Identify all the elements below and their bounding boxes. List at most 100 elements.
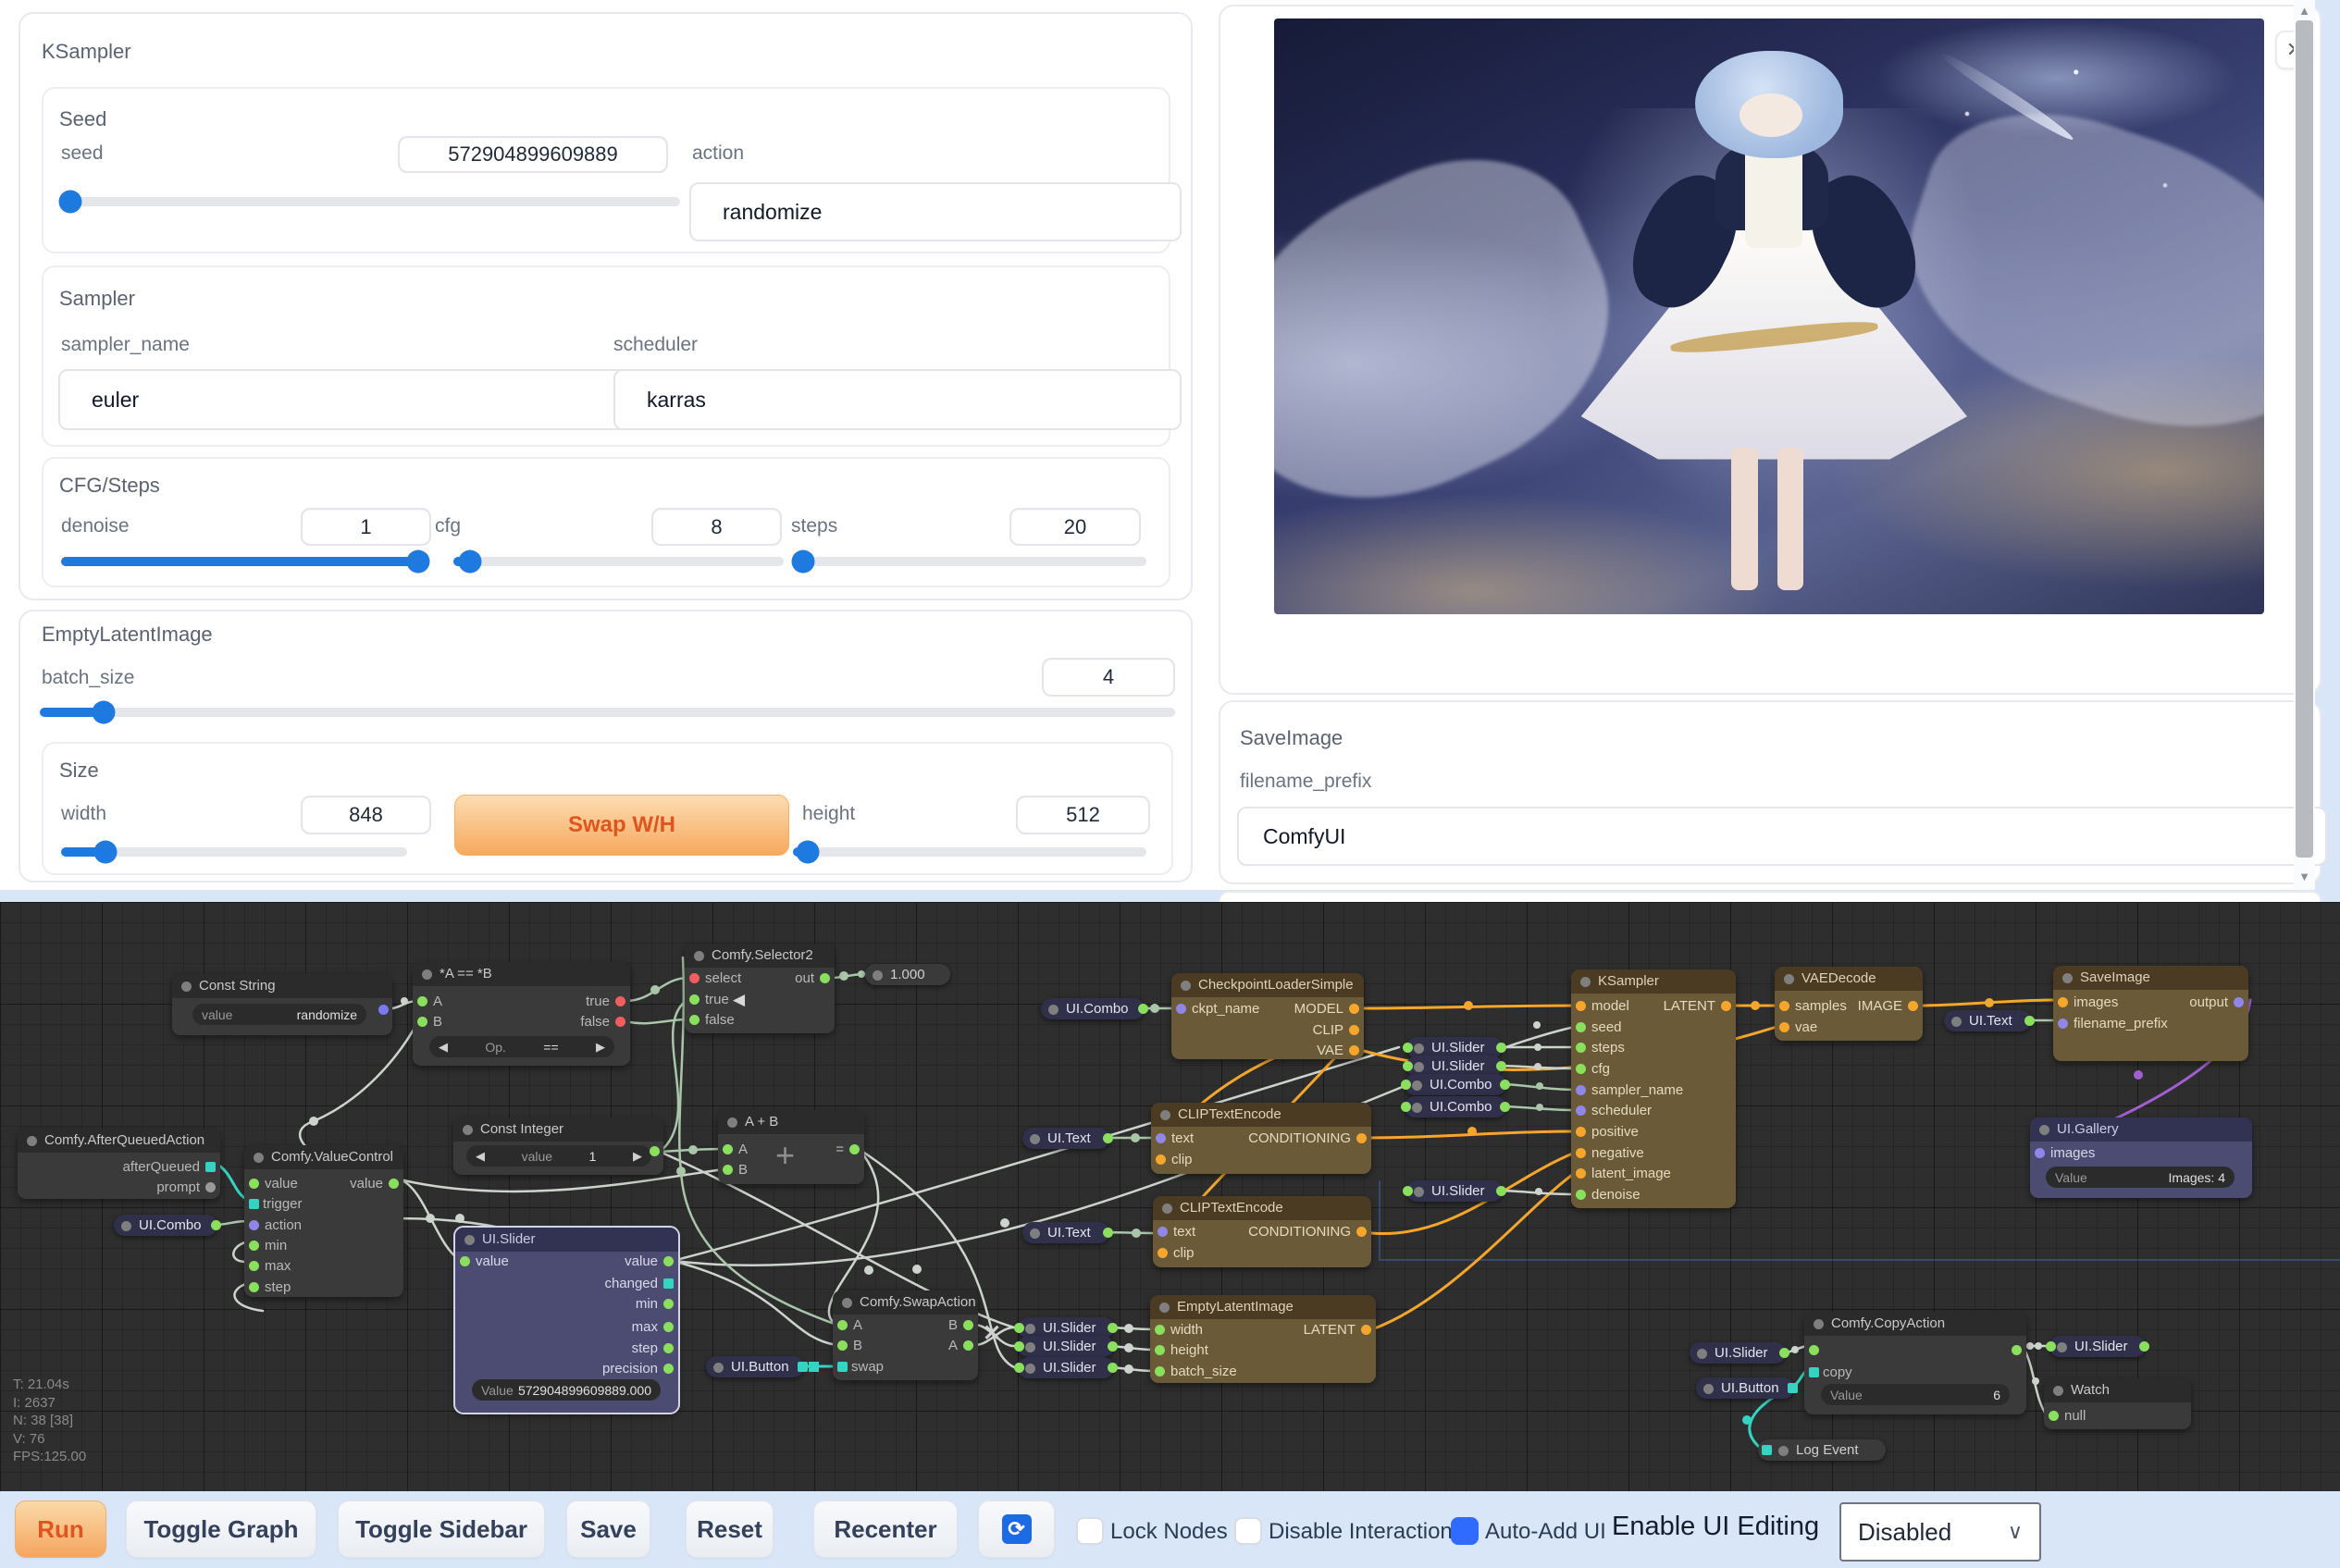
width-slider[interactable]	[61, 847, 407, 857]
node-checkpoint-loader[interactable]: CheckpointLoaderSimple ckpt_nameMODEL CL…	[1171, 973, 1364, 1059]
value-widget[interactable]: Value572904899609889.000	[472, 1379, 661, 1401]
node-ui-button[interactable]: UI.Button	[706, 1356, 804, 1377]
port-in[interactable]	[249, 1282, 259, 1292]
port-out[interactable]	[1500, 1102, 1510, 1112]
port-out[interactable]	[1496, 1043, 1506, 1053]
port-out[interactable]	[2024, 1016, 2035, 1026]
port-in[interactable]	[1576, 1043, 1586, 1053]
arrow-left-icon[interactable]: ◀	[733, 990, 745, 1009]
width-input[interactable]: 848	[301, 796, 431, 834]
collapse-icon[interactable]	[1412, 1080, 1422, 1091]
scrollbar[interactable]: ▲ ▼	[2294, 0, 2315, 890]
action-select[interactable]: randomize	[689, 182, 1182, 241]
arrow-right-icon[interactable]: ▶	[596, 1040, 605, 1055]
collapse-icon[interactable]	[254, 1153, 264, 1163]
port-event-in[interactable]	[837, 1362, 848, 1372]
node-ui-slider[interactable]: UI.Slider	[1690, 1342, 1786, 1364]
collapse-icon[interactable]	[1703, 1384, 1714, 1394]
port-out[interactable]	[2139, 1341, 2149, 1352]
height-slider[interactable]	[793, 847, 1146, 857]
collapse-icon[interactable]	[1181, 981, 1191, 991]
port-event-out[interactable]	[798, 1362, 808, 1372]
port-in[interactable]	[723, 1165, 733, 1175]
port-in[interactable]	[1155, 1345, 1165, 1355]
collapse-icon[interactable]	[873, 970, 883, 981]
node-ui-text[interactable]: UI.Text	[1944, 1010, 2031, 1031]
port-in[interactable]	[1576, 1001, 1586, 1011]
port-out[interactable]	[963, 1320, 973, 1330]
collapse-icon[interactable]	[1160, 1110, 1170, 1120]
port-in[interactable]	[1014, 1363, 1024, 1373]
port-out[interactable]	[1108, 1341, 1118, 1352]
batch-size-slider[interactable]	[40, 708, 1175, 717]
port-in[interactable]	[837, 1340, 848, 1351]
port-in[interactable]	[1576, 1105, 1586, 1116]
port-in[interactable]	[2049, 1411, 2059, 1421]
collapse-icon[interactable]	[727, 1117, 737, 1128]
filename-prefix-input[interactable]: ComfyUI	[1237, 807, 2327, 866]
port-in[interactable]	[460, 1256, 470, 1266]
scroll-down-icon[interactable]: ▼	[2294, 870, 2315, 883]
port-out[interactable]	[1496, 1186, 1506, 1196]
port-in[interactable]	[417, 1017, 427, 1027]
reset-button[interactable]: Reset	[686, 1500, 774, 1558]
collapse-icon[interactable]	[1414, 1062, 1424, 1072]
port-in[interactable]	[2058, 997, 2068, 1007]
port-out[interactable]	[1103, 1133, 1113, 1143]
port-in[interactable]	[1158, 1227, 1168, 1237]
node-const-integer[interactable]: Const Integer ◀ value 1 ▶	[453, 1117, 663, 1175]
node-graph-canvas[interactable]: Const String valuerandomize *A == *B Atr…	[0, 902, 2340, 1491]
node-clip-text-encode-1[interactable]: CLIPTextEncode textCONDITIONING clip	[1151, 1103, 1371, 1174]
scheduler-select[interactable]: karras	[613, 369, 1182, 430]
port-in[interactable]	[837, 1320, 848, 1330]
port-out[interactable]	[211, 1220, 221, 1230]
disable-interaction-checkbox[interactable]	[1234, 1517, 1262, 1545]
node-clip-text-encode-2[interactable]: CLIPTextEncode textCONDITIONING clip	[1153, 1196, 1371, 1267]
port-out[interactable]	[1356, 1227, 1367, 1237]
run-button[interactable]: Run	[15, 1500, 106, 1558]
collapse-icon[interactable]	[842, 1298, 852, 1308]
sampler-name-select[interactable]: euler	[58, 369, 640, 430]
batch-size-input[interactable]: 4	[1042, 658, 1175, 697]
gallery-widget[interactable]: ValueImages: 4	[2046, 1167, 2235, 1188]
collapse-icon[interactable]	[1030, 1134, 1040, 1144]
node-swap-action[interactable]: Comfy.SwapAction AB BA swap	[833, 1290, 978, 1380]
node-ui-button[interactable]: UI.Button	[1696, 1377, 1794, 1399]
cfg-slider[interactable]	[453, 557, 784, 566]
port-in[interactable]	[1156, 1133, 1166, 1143]
port-event-in[interactable]	[1762, 1445, 1772, 1455]
port-out[interactable]	[663, 1364, 674, 1374]
cfg-input[interactable]: 8	[651, 508, 782, 546]
collapse-icon[interactable]	[1159, 1303, 1170, 1313]
swap-wh-button[interactable]: Swap W/H	[454, 795, 789, 856]
node-value-control[interactable]: Comfy.ValueControl valuevalue trigger ac…	[244, 1145, 403, 1297]
denoise-slider[interactable]	[61, 557, 418, 566]
port-out[interactable]	[1349, 1025, 1359, 1035]
port-in[interactable]	[1576, 1148, 1586, 1158]
node-vae-decode[interactable]: VAEDecode samplesIMAGE vae	[1775, 967, 1923, 1041]
steps-input[interactable]: 20	[1009, 508, 1141, 546]
port-in[interactable]	[689, 1015, 700, 1025]
height-input[interactable]: 512	[1016, 796, 1150, 834]
port-in[interactable]	[1401, 1080, 1411, 1090]
ui-editing-dropdown[interactable]: Disabled ∨	[1839, 1502, 2041, 1562]
port-in[interactable]	[249, 1220, 259, 1230]
port-out[interactable]	[663, 1322, 674, 1332]
port-in[interactable]	[689, 973, 700, 983]
scroll-up-icon[interactable]: ▲	[2294, 4, 2315, 18]
scrollbar-thumb[interactable]	[2296, 20, 2313, 858]
port-in[interactable]	[1576, 1168, 1586, 1179]
collapse-icon[interactable]	[27, 1136, 37, 1146]
node-empty-latent-image[interactable]: EmptyLatentImage widthLATENT height batc…	[1150, 1295, 1376, 1383]
port-out[interactable]	[1108, 1363, 1118, 1373]
port-out[interactable]	[1496, 1061, 1506, 1071]
port-event-in[interactable]	[249, 1199, 259, 1209]
steps-slider[interactable]	[793, 557, 1146, 566]
collapse-icon[interactable]	[1778, 1446, 1789, 1456]
node-log-event[interactable]: Log Event	[1758, 1439, 1886, 1461]
port-out[interactable]	[1361, 1325, 1371, 1335]
arrow-right-icon[interactable]: ▶	[633, 1149, 642, 1164]
port-in[interactable]	[1156, 1154, 1166, 1165]
port-out[interactable]	[663, 1299, 674, 1309]
port-out[interactable]	[1500, 1080, 1510, 1090]
